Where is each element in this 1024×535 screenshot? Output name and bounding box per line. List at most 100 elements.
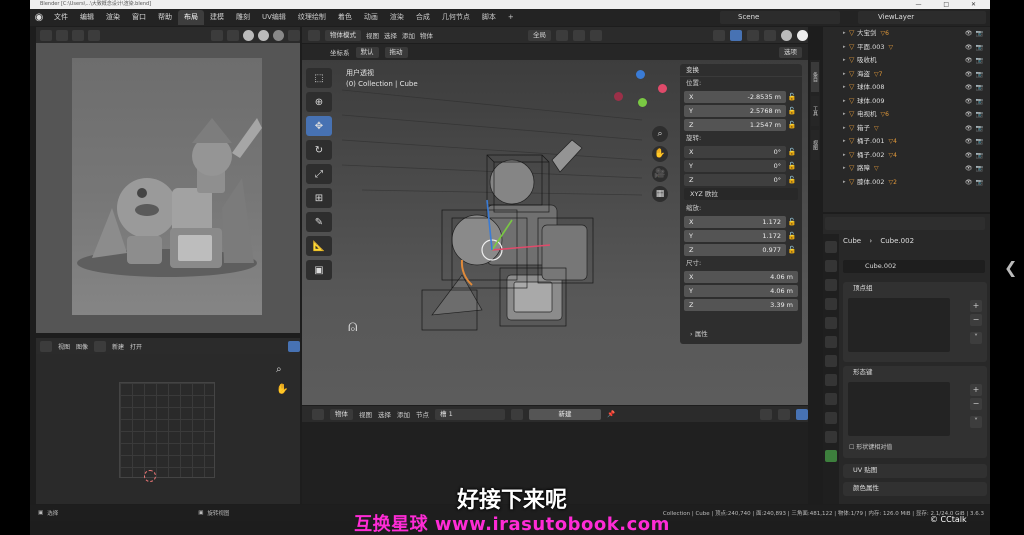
rotation-z-field[interactable]: Z 0° xyxy=(684,173,786,186)
object-mode-dropdown[interactable]: 物体模式 xyxy=(325,29,361,41)
menu-render[interactable]: 渲染 xyxy=(100,9,126,26)
editor-type-icon[interactable] xyxy=(312,408,324,420)
location-x-field[interactable]: X -2.8535 m xyxy=(684,90,786,103)
grid-perspective-icon[interactable]: ▦ xyxy=(652,186,668,202)
pin-icon[interactable]: 📌 xyxy=(607,410,615,418)
menu-add[interactable]: 添加 xyxy=(402,30,415,40)
outliner-item[interactable]: ▸ ▽ 桶子.002 ▽4 👁📷 xyxy=(823,149,990,163)
minimize-button[interactable]: — xyxy=(915,1,931,8)
tab-item[interactable]: 条目 xyxy=(811,62,819,92)
uv-menu-image[interactable]: 图像 xyxy=(76,342,88,351)
remove-icon[interactable]: − xyxy=(970,314,982,326)
render-viewport[interactable] xyxy=(36,43,300,333)
shape-keys-title[interactable]: 形态键 xyxy=(843,366,987,379)
node-menu-add[interactable]: 添加 xyxy=(397,409,410,419)
node-menu-view[interactable]: 视图 xyxy=(359,409,372,419)
close-button[interactable]: ✕ xyxy=(971,1,986,8)
visibility-icons[interactable]: 👁📷 xyxy=(965,135,986,149)
pivot-icon[interactable] xyxy=(556,29,568,41)
properties-subpanel[interactable]: › 属性 xyxy=(684,328,798,340)
gizmo-icon[interactable] xyxy=(288,340,300,352)
xray-icon[interactable] xyxy=(227,29,239,41)
outliner-item[interactable]: ▸ ▽ 路障 ▽ 👁📷 xyxy=(823,162,990,176)
overlay-icon[interactable] xyxy=(211,29,223,41)
tab-layout[interactable]: 布局 xyxy=(178,10,204,25)
scale-x-field[interactable]: X 1.172 xyxy=(684,215,786,228)
lock-icon[interactable]: 🔓 xyxy=(786,246,798,254)
lock-icon[interactable]: 🔓 xyxy=(786,107,798,115)
constraints-tab-icon[interactable] xyxy=(825,431,837,443)
remove-icon[interactable]: − xyxy=(970,398,982,410)
proportional-icon[interactable] xyxy=(88,29,100,41)
drag-dropdown[interactable]: 拖动 xyxy=(384,46,408,58)
overlay-icon[interactable] xyxy=(778,408,790,420)
3d-viewport[interactable]: ⬚ ⊕ ✥ ↻ ⤢ ⊞ ✎ 📐 ▣ ⍝ 用户透视 (0) Collection … xyxy=(302,60,808,405)
shading-options-icon[interactable] xyxy=(288,29,300,41)
editor-type-icon[interactable] xyxy=(40,340,52,352)
transform-orientation-dropdown[interactable]: 全局 xyxy=(528,29,551,41)
blender-logo-icon[interactable]: ◉ xyxy=(30,9,48,26)
outliner-item[interactable]: ▸ ▽ 球体.009 👁📷 xyxy=(823,95,990,109)
outliner-item[interactable]: ▸ ▽ 大宝剑 ▽6 👁📷 xyxy=(823,27,990,41)
menu-window[interactable]: 窗口 xyxy=(126,9,152,26)
lock-icon[interactable]: 🔓 xyxy=(786,176,798,184)
uv-open-button[interactable]: 打开 xyxy=(130,342,142,351)
object-dropdown[interactable]: 物体 xyxy=(330,408,353,420)
tab-modeling[interactable]: 建模 xyxy=(204,10,230,25)
gizmo-icon[interactable] xyxy=(796,408,808,420)
gizmo-y-axis-icon[interactable] xyxy=(638,98,647,107)
visibility-icons[interactable]: 👁📷 xyxy=(965,162,986,176)
physics-tab-icon[interactable] xyxy=(825,412,837,424)
tab-texture-paint[interactable]: 纹理绘制 xyxy=(292,10,332,25)
dimensions-z-field[interactable]: Z 3.39 m xyxy=(684,298,798,311)
dimensions-y-field[interactable]: Y 4.06 m xyxy=(684,284,798,297)
chevron-down-icon[interactable]: ˅ xyxy=(970,416,982,428)
scene-selector[interactable]: Scene xyxy=(720,11,840,24)
move-tool-icon[interactable]: ✥ xyxy=(306,116,332,136)
rendered-shading-icon[interactable] xyxy=(273,29,284,41)
xray-icon[interactable] xyxy=(764,29,776,41)
menu-edit[interactable]: 编辑 xyxy=(74,9,100,26)
shape-keys-list[interactable] xyxy=(848,382,950,436)
tab-uv-editing[interactable]: UV编辑 xyxy=(256,10,292,25)
menu-view[interactable]: 视图 xyxy=(366,30,379,40)
vertex-groups-list[interactable] xyxy=(848,298,950,352)
options-dropdown[interactable]: 选项 xyxy=(779,46,802,58)
slot-dropdown[interactable]: 槽 1 xyxy=(435,408,505,420)
outliner-item[interactable]: ▸ ▽ 吸收机 👁📷 xyxy=(823,54,990,68)
node-menu-node[interactable]: 节点 xyxy=(416,409,429,419)
lock-icon[interactable]: 🔓 xyxy=(786,121,798,129)
outliner-item[interactable]: ▸ ▽ 电视机 ▽6 👁📷 xyxy=(823,108,990,122)
mesh-data-tab-icon[interactable] xyxy=(825,450,837,462)
outliner-item[interactable]: ▸ ▽ 箱子 ▽ 👁📷 xyxy=(823,122,990,136)
mesh-name-field[interactable]: Cube.002 xyxy=(843,260,985,273)
lock-icon[interactable]: 🔓 xyxy=(786,218,798,226)
annotate-tool-icon[interactable]: ✎ xyxy=(306,212,332,232)
rotation-y-field[interactable]: Y 0° xyxy=(684,159,786,172)
scale-z-field[interactable]: Z 0.977 xyxy=(684,243,786,256)
coordinate-system-dropdown[interactable]: 默认 xyxy=(355,46,379,58)
location-z-field[interactable]: Z 1.2547 m xyxy=(684,118,786,131)
visibility-icons[interactable]: 👁📷 xyxy=(965,122,986,136)
lock-icon[interactable]: 🔓 xyxy=(786,232,798,240)
view-layer-selector[interactable]: ViewLayer xyxy=(858,11,986,24)
add-icon[interactable]: + xyxy=(970,384,982,396)
overlay-icon[interactable] xyxy=(747,29,759,41)
cursor-tool-icon[interactable]: ⊕ xyxy=(306,92,332,112)
menu-object[interactable]: 物体 xyxy=(420,30,433,40)
relative-checkbox[interactable]: ☐ 形状键相对值 xyxy=(849,442,892,451)
visibility-icons[interactable]: 👁📷 xyxy=(965,149,986,163)
transform-panel-title[interactable]: 变换 xyxy=(680,64,802,77)
outliner-item[interactable]: ▸ ▽ 球体.008 👁📷 xyxy=(823,81,990,95)
object-tab-icon[interactable] xyxy=(825,355,837,367)
tab-view[interactable]: 视图 xyxy=(811,130,819,160)
menu-file[interactable]: 文件 xyxy=(48,9,74,26)
tab-rendering[interactable]: 渲染 xyxy=(384,10,410,25)
add-icon[interactable]: + xyxy=(970,300,982,312)
tab-tool[interactable]: 工具 xyxy=(811,96,819,126)
snap-icon[interactable] xyxy=(760,408,772,420)
snap-icon[interactable] xyxy=(72,29,84,41)
uv-menu-view[interactable]: 视图 xyxy=(58,342,70,351)
material-shading-icon[interactable] xyxy=(258,29,269,41)
tab-scripting[interactable]: 脚本 xyxy=(476,10,502,25)
